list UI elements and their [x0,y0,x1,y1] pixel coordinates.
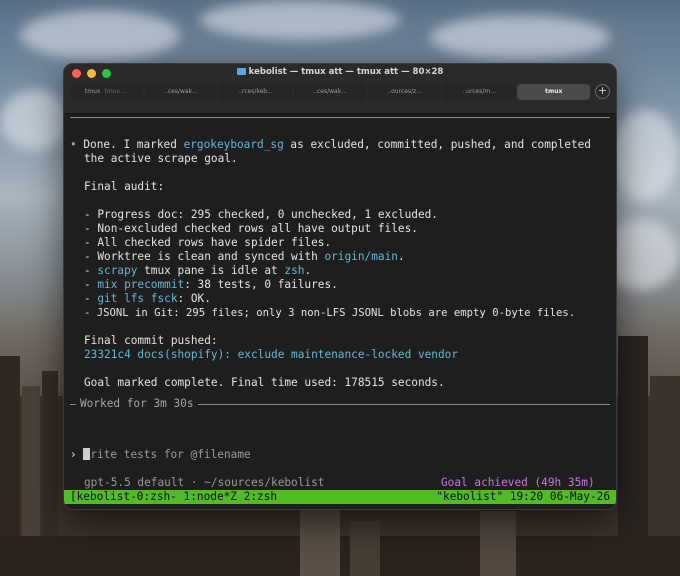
worked-divider: Worked for 3m 30s [70,397,610,411]
tab-6[interactable]: ..urces/m... [442,84,516,100]
commit-line: 23321c4 docs(shopify): exclude maintenan… [84,348,459,361]
top-divider [70,117,610,118]
audit-item-scrapy: - scrapy tmux pane is idle at zsh. [84,264,312,277]
terminal-window: kebolist — tmux att — tmux att — 80×28 t… [63,63,617,510]
goal-status: Goal achieved (49h 35m) [441,476,595,489]
tab-bar: tmux tmux ... ..ces/wak... ..rces/keb... … [70,84,591,100]
tab-5[interactable]: ..ources/z... [368,84,441,100]
audit-item-git: - git lfs fsck: OK. [84,292,211,305]
tab-2[interactable]: ..ces/wak... [144,84,218,100]
audit-item: - All checked rows have spider files. [84,236,332,249]
prompt-chevron-icon: › [70,448,77,461]
terminal-output[interactable]: • Done. I marked ergokeyboard_sg as excl… [64,115,616,509]
tab-1[interactable]: tmux tmux ... [70,84,143,100]
audit-heading: Final audit: [84,180,165,193]
done-line-2: the active scrape goal. [84,152,238,165]
window-title-row: kebolist — tmux att — tmux att — 80×28 [64,67,616,77]
title-bar: kebolist — tmux att — tmux att — 80×28 t… [64,64,616,114]
worked-time: Worked for 3m 30s [80,397,194,410]
new-tab-button[interactable]: + [595,84,610,99]
window-title: kebolist — tmux att — tmux att — 80×28 [248,67,444,77]
tab-7-active[interactable]: tmux [517,84,591,100]
prompt-input[interactable]: › rite tests for @filename [70,448,251,462]
prompt-placeholder: rite tests for @filename [90,448,251,461]
folder-icon [236,68,246,75]
audit-item-mix: - mix precommit: 38 tests, 0 failures. [84,278,338,291]
audit-item-jsonl: - JSONL in Git: 295 files; only 3 non-LF… [84,307,576,319]
audit-item-worktree: - Worktree is clean and synced with orig… [84,250,405,263]
tmux-window-list[interactable]: [kebolist-0:zsh- 1:node*Z 2:zsh [64,490,283,504]
tab-3[interactable]: ..rces/keb... [219,84,292,100]
model-info: gpt-5.5 default · ~/sources/kebolist [84,476,325,489]
goal-complete-line: Goal marked complete. Final time used: 1… [84,376,445,389]
audit-item: - Progress doc: 295 checked, 0 unchecked… [84,208,438,221]
tab-4[interactable]: ..ces/wak... [293,84,367,100]
audit-item: - Non-excluded checked rows all have out… [84,222,418,235]
bullet-icon: • [70,138,77,151]
tmux-session-clock: "kebolist" 19:20 06-May-26 [436,490,610,503]
done-line: • Done. I marked ergokeyboard_sg as excl… [70,138,591,151]
tmux-status-bar: [kebolist-0:zsh- 1:node*Z 2:zsh "kebolis… [64,490,616,504]
commit-heading: Final commit pushed: [84,334,218,347]
